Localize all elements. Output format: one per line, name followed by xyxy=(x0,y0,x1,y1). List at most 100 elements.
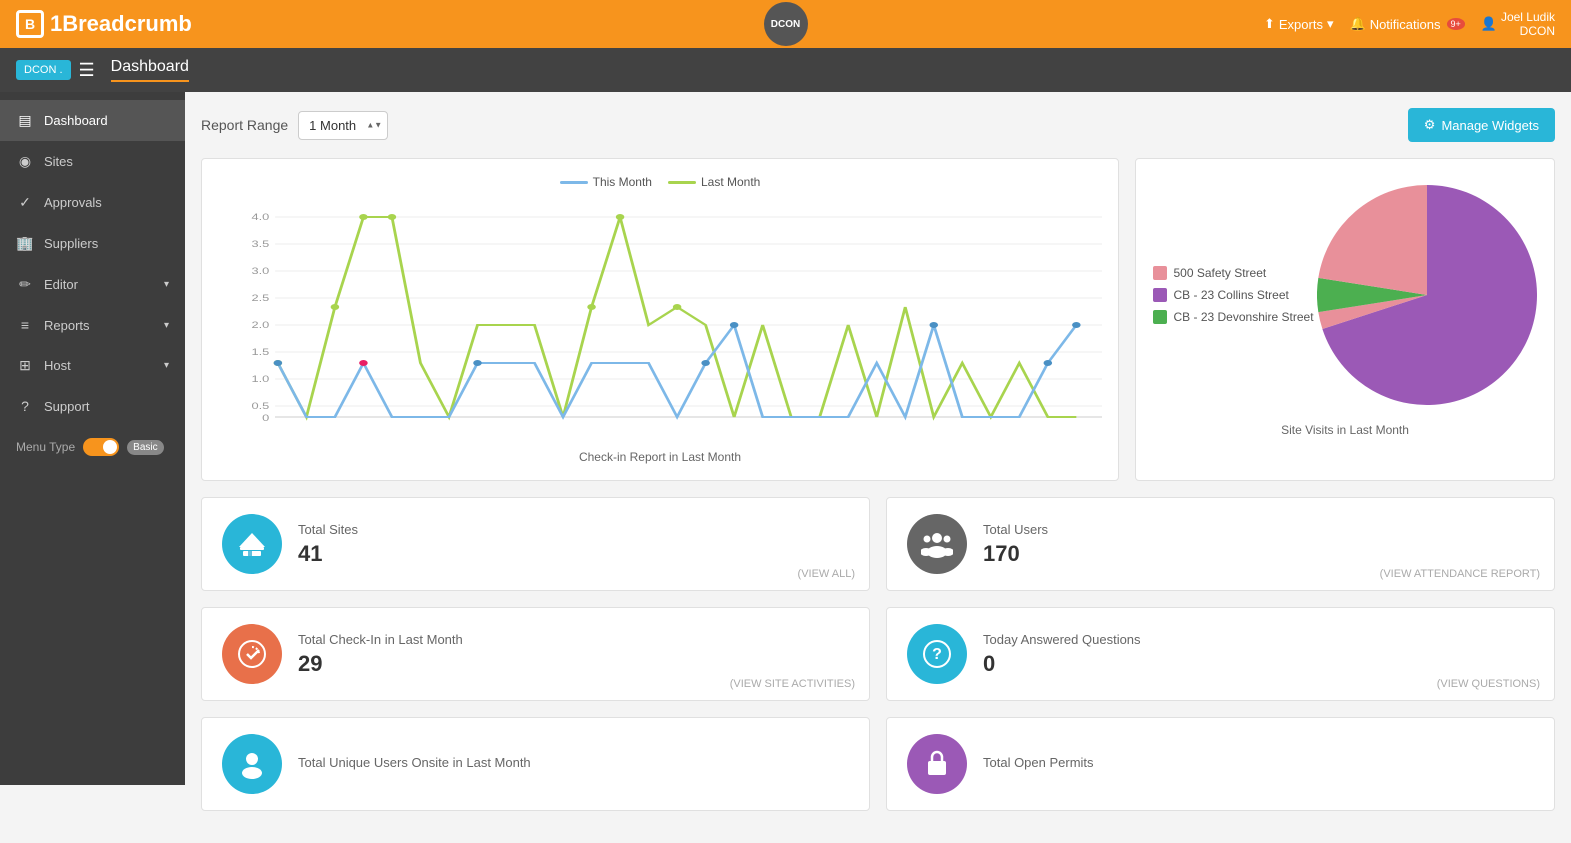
total-users-info: Total Users 170 xyxy=(983,522,1534,567)
total-users-value: 170 xyxy=(983,541,1534,567)
svg-text:1.0: 1.0 xyxy=(251,375,269,385)
editor-chevron-icon: ▾ xyxy=(164,279,169,290)
host-chevron-icon: ▾ xyxy=(164,360,169,371)
line-chart-card: This Month Last Month xyxy=(201,158,1119,481)
secondary-navbar: DCON . ☰ Dashboard xyxy=(0,48,1571,92)
open-permits-info: Total Open Permits xyxy=(983,755,1534,774)
reports-chevron-icon: ▾ xyxy=(164,320,169,331)
manage-widgets-button[interactable]: ⚙ Manage Widgets xyxy=(1408,108,1555,142)
open-permits-label: Total Open Permits xyxy=(983,755,1534,770)
center-logo: DCON xyxy=(764,2,808,46)
questions-link[interactable]: (VIEW QUESTIONS) xyxy=(1437,678,1540,690)
user-info: Joel Ludik DCON xyxy=(1501,10,1555,38)
stats-row-3: Total Unique Users Onsite in Last Month … xyxy=(201,717,1555,811)
line-chart-title: Check-in Report in Last Month xyxy=(218,450,1102,464)
sidebar-item-dashboard[interactable]: ▤ Dashboard xyxy=(0,100,185,141)
unique-users-icon xyxy=(222,734,282,794)
menu-type-section: Menu Type Basic xyxy=(0,426,185,468)
checkin-value: 29 xyxy=(298,651,849,677)
main-layout: ▤ Dashboard ◉ Sites ✓ Approvals 🏢 Suppli… xyxy=(0,92,1571,843)
dashboard-icon: ▤ xyxy=(16,112,34,129)
stat-card-checkin: Total Check-In in Last Month 29 (VIEW SI… xyxy=(201,607,870,701)
checkin-link[interactable]: (VIEW SITE ACTIVITIES) xyxy=(730,678,855,690)
pie-chart-svg xyxy=(1317,185,1537,405)
top-nav-right: ⬆ Exports ▾ 🔔 Notifications 9+ 👤 Joel Lu… xyxy=(1264,10,1555,38)
charts-row: This Month Last Month xyxy=(201,158,1555,481)
svg-text:4.0: 4.0 xyxy=(251,213,269,223)
questions-info: Today Answered Questions 0 xyxy=(983,632,1534,677)
dcon-badge[interactable]: DCON . xyxy=(16,60,71,80)
report-range-select[interactable]: 1 Month 3 Months 6 Months 1 Year xyxy=(298,111,388,140)
sidebar-item-editor[interactable]: ✏ Editor ▾ xyxy=(0,264,185,305)
sidebar-item-host[interactable]: ⊞ Host ▾ xyxy=(0,345,185,386)
hamburger-icon[interactable]: ☰ xyxy=(79,60,95,81)
sidebar-item-sites[interactable]: ◉ Sites xyxy=(0,141,185,182)
menu-type-value: Basic xyxy=(127,440,163,455)
reports-icon: ≡ xyxy=(16,317,34,333)
stat-card-total-sites: Total Sites 41 (VIEW ALL) xyxy=(201,497,870,591)
questions-value: 0 xyxy=(983,651,1534,677)
sidebar-item-approvals[interactable]: ✓ Approvals xyxy=(0,182,185,223)
legend-last-month: Last Month xyxy=(668,175,760,189)
page-title: Dashboard xyxy=(111,58,189,82)
total-sites-link[interactable]: (VIEW ALL) xyxy=(798,568,855,580)
questions-label: Today Answered Questions xyxy=(983,632,1534,647)
pie-container: 500 Safety Street CB - 23 Collins Street… xyxy=(1152,175,1538,415)
svg-text:2.5: 2.5 xyxy=(251,294,269,304)
pie-color-2 xyxy=(1153,310,1167,324)
sidebar-item-reports[interactable]: ≡ Reports ▾ xyxy=(0,305,185,345)
support-icon: ? xyxy=(16,398,34,414)
notification-badge: 9+ xyxy=(1447,18,1465,30)
pie-legend-item-1: CB - 23 Collins Street xyxy=(1153,288,1313,302)
chart-legend: This Month Last Month xyxy=(218,175,1102,189)
svg-text:0: 0 xyxy=(262,414,269,424)
exports-button[interactable]: ⬆ Exports ▾ xyxy=(1264,16,1334,32)
exports-chevron-icon: ▾ xyxy=(1327,16,1334,32)
total-sites-label: Total Sites xyxy=(298,522,849,537)
report-range-wrapper: 1 Month 3 Months 6 Months 1 Year xyxy=(298,111,388,140)
host-icon: ⊞ xyxy=(16,357,34,374)
center-logo-circle: DCON xyxy=(764,2,808,46)
checkin-info: Total Check-In in Last Month 29 xyxy=(298,632,849,677)
logo-icon: B xyxy=(16,10,44,38)
stats-row-2: Total Check-In in Last Month 29 (VIEW SI… xyxy=(201,607,1555,701)
app-logo: B 1Breadcrumb xyxy=(16,10,192,38)
stat-card-questions: ? Today Answered Questions 0 (VIEW QUEST… xyxy=(886,607,1555,701)
sidebar: ▤ Dashboard ◉ Sites ✓ Approvals 🏢 Suppli… xyxy=(0,92,185,785)
svg-text:?: ? xyxy=(932,646,942,663)
checkin-label: Total Check-In in Last Month xyxy=(298,632,849,647)
bell-icon: 🔔 xyxy=(1350,16,1366,32)
svg-text:1.5: 1.5 xyxy=(251,348,269,358)
total-users-icon xyxy=(907,514,967,574)
widgets-header: Report Range 1 Month 3 Months 6 Months 1… xyxy=(201,108,1555,142)
total-sites-info: Total Sites 41 xyxy=(298,522,849,567)
total-sites-value: 41 xyxy=(298,541,849,567)
user-menu-button[interactable]: 👤 Joel Ludik DCON xyxy=(1481,10,1555,38)
notifications-button[interactable]: 🔔 Notifications 9+ xyxy=(1350,16,1465,32)
report-range-label: Report Range xyxy=(201,117,288,133)
open-permits-icon xyxy=(907,734,967,794)
pie-color-0 xyxy=(1153,266,1167,280)
sites-icon: ◉ xyxy=(16,153,34,170)
app-name: 1Breadcrumb xyxy=(50,11,192,37)
pie-legend-item-0: 500 Safety Street xyxy=(1153,266,1313,280)
sidebar-item-support[interactable]: ? Support xyxy=(0,386,185,426)
main-content: Report Range 1 Month 3 Months 6 Months 1… xyxy=(185,92,1571,843)
svg-text:3.5: 3.5 xyxy=(251,240,269,250)
report-range-section: Report Range 1 Month 3 Months 6 Months 1… xyxy=(201,111,388,140)
legend-this-month-color xyxy=(560,181,588,184)
editor-icon: ✏ xyxy=(16,276,34,293)
gear-icon: ⚙ xyxy=(1424,117,1436,133)
menu-type-toggle[interactable] xyxy=(83,438,119,456)
pie-chart-title: Site Visits in Last Month xyxy=(1152,423,1538,437)
total-users-label: Total Users xyxy=(983,522,1534,537)
svg-text:0.5: 0.5 xyxy=(251,402,269,412)
export-icon: ⬆ xyxy=(1264,16,1275,32)
sidebar-item-suppliers[interactable]: 🏢 Suppliers xyxy=(0,223,185,264)
pie-legend: 500 Safety Street CB - 23 Collins Street… xyxy=(1153,266,1313,324)
questions-icon: ? xyxy=(907,624,967,684)
stat-card-unique-users: Total Unique Users Onsite in Last Month xyxy=(201,717,870,811)
unique-users-label: Total Unique Users Onsite in Last Month xyxy=(298,755,849,770)
svg-text:2.0: 2.0 xyxy=(251,321,269,331)
total-users-link[interactable]: (VIEW ATTENDANCE REPORT) xyxy=(1380,568,1540,580)
